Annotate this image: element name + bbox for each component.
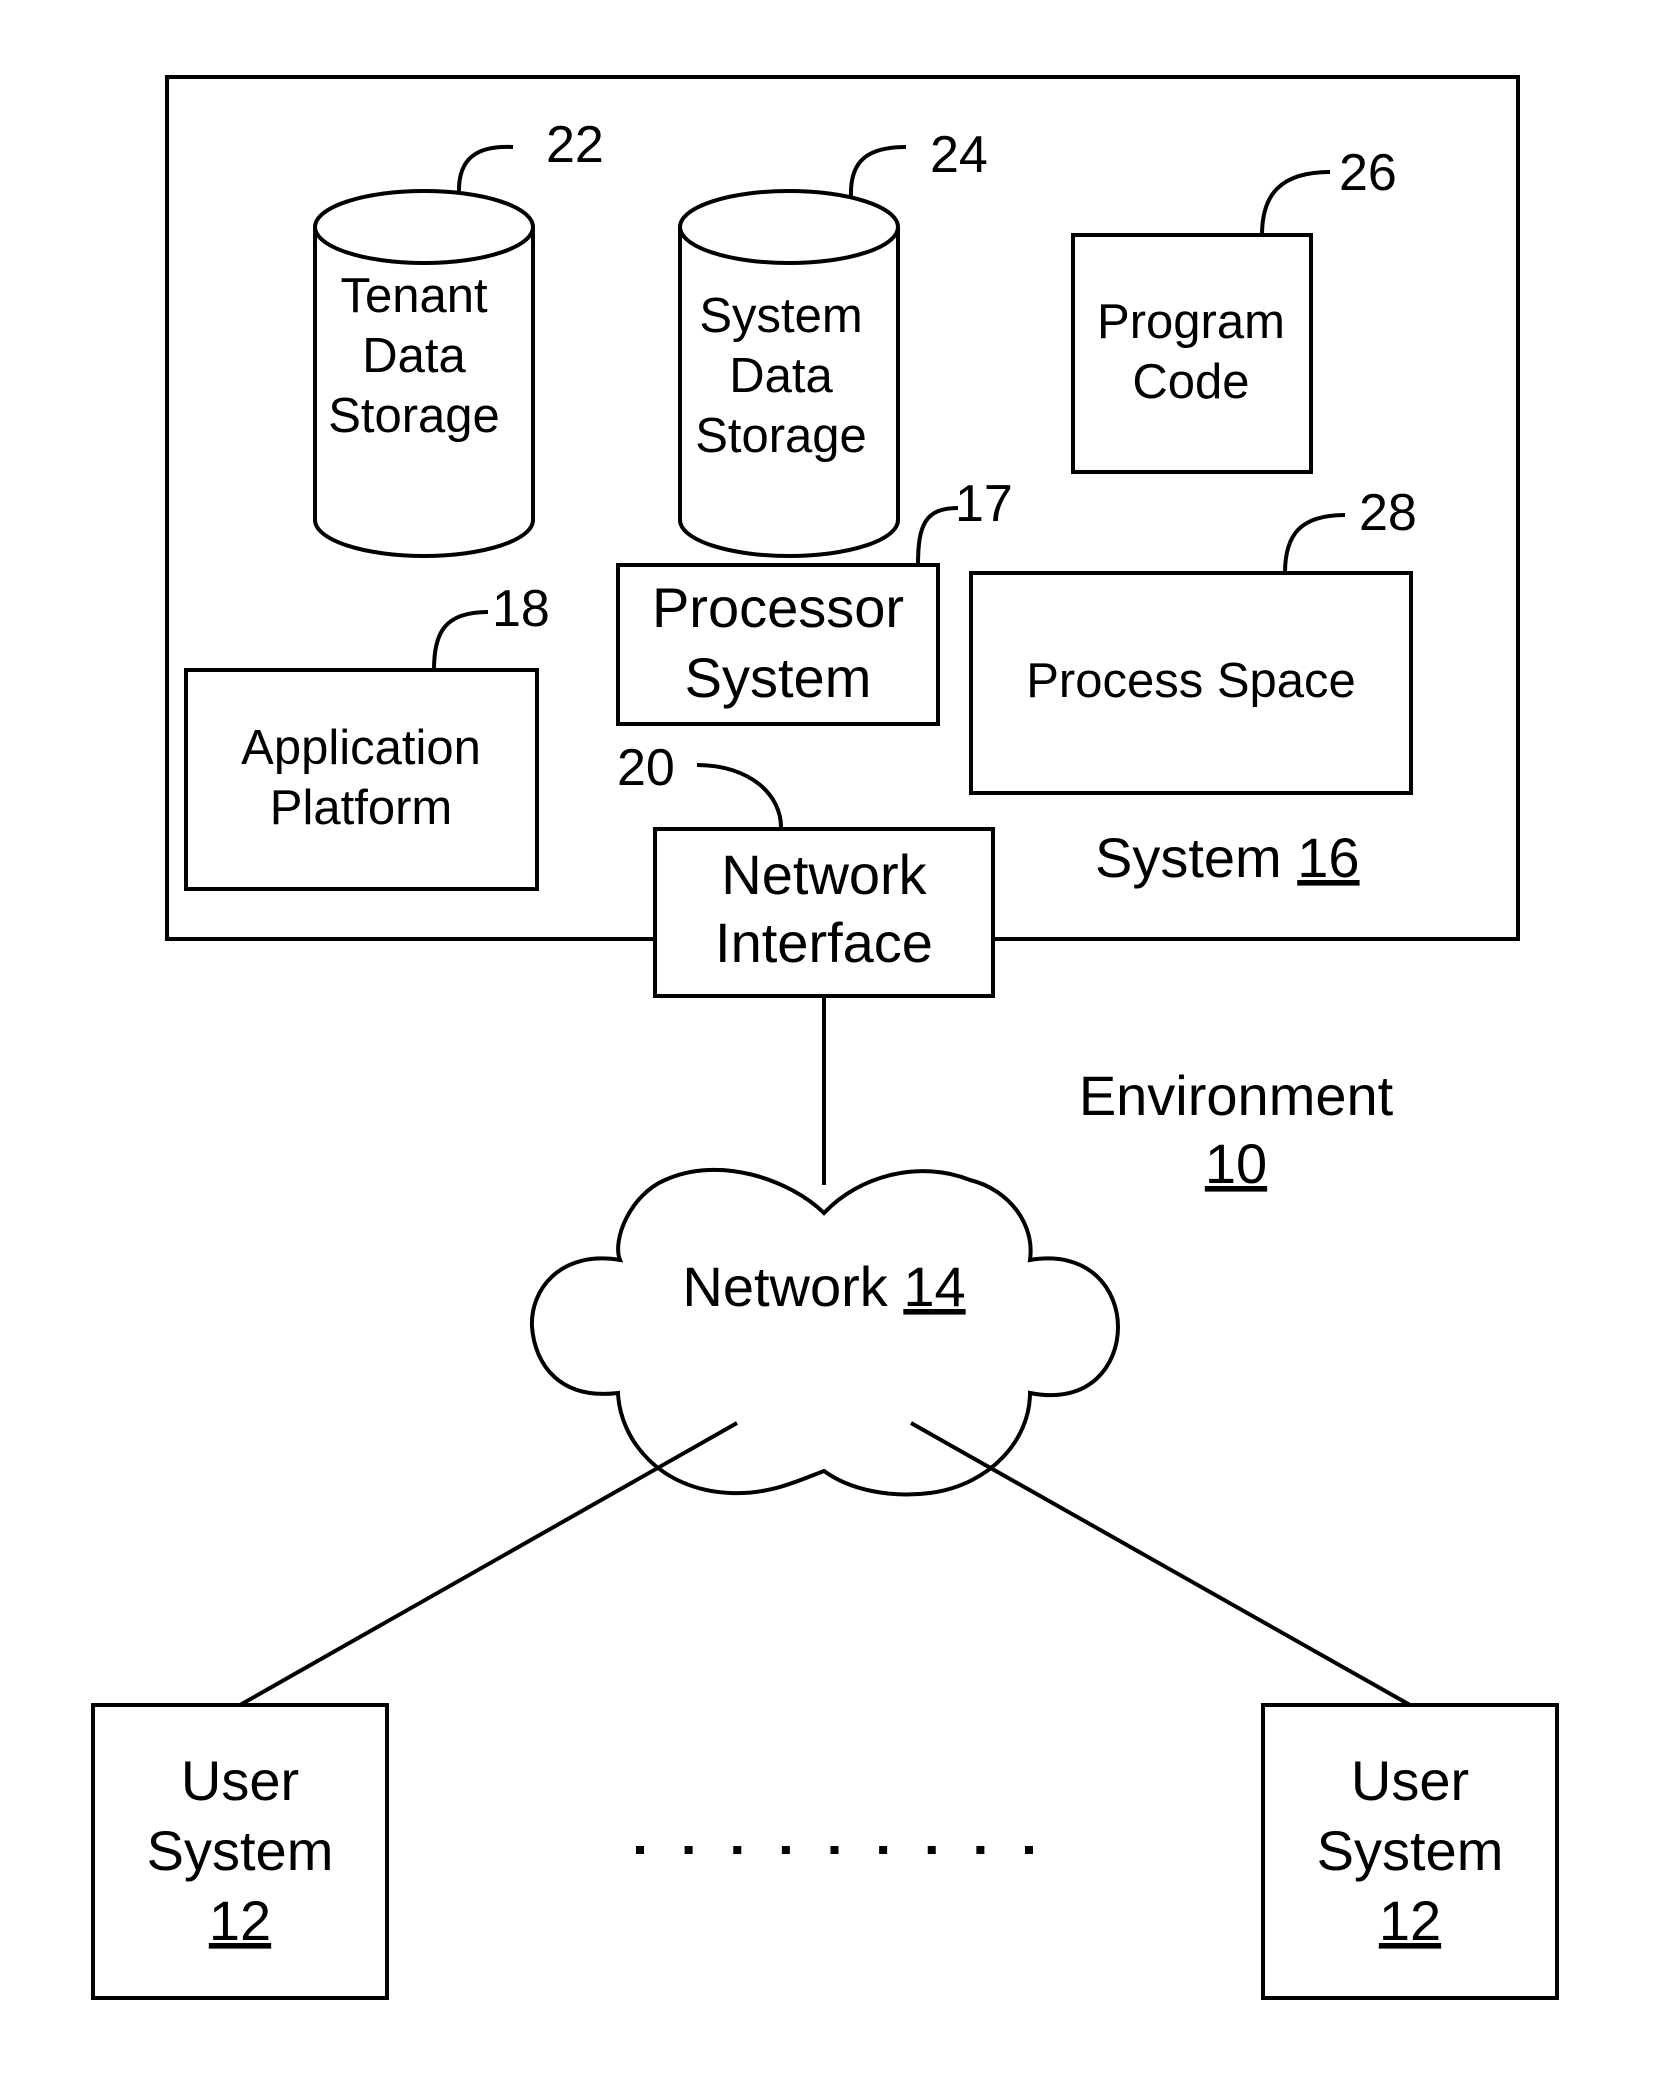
- ref-20: 20: [617, 739, 675, 797]
- system-storage-line-2: Data: [729, 349, 833, 403]
- system-label: System 16: [1095, 826, 1360, 889]
- application-platform-box: [184, 668, 539, 891]
- user-system-left-ref: 12: [209, 1889, 271, 1952]
- ref-24: 24: [930, 126, 988, 184]
- network-to-user-left-line: [239, 1421, 738, 1707]
- network-interface-line-1: Network: [721, 843, 927, 906]
- environment-label: Environment: [1079, 1064, 1394, 1127]
- system-storage-line-3: Storage: [695, 409, 867, 463]
- network-interface-line-2: Interface: [715, 911, 933, 974]
- system-storage-line-1: System: [699, 289, 862, 343]
- tenant-storage-line-2: Data: [362, 329, 466, 383]
- user-system-left-line-2: System: [147, 1819, 334, 1882]
- user-system-left-line-1: User: [181, 1749, 299, 1812]
- application-platform-line-1: Application: [241, 721, 481, 775]
- leader-22: [456, 144, 514, 194]
- user-system-right-line-2: System: [1317, 1819, 1504, 1882]
- network-ref: 14: [903, 1255, 965, 1318]
- environment-diagram: 22 Tenant Data Storage 24 System Data St…: [91, 75, 1559, 2000]
- ellipsis-dot: [976, 1846, 985, 1854]
- ellipsis-dot: [879, 1846, 888, 1854]
- leader-24: [848, 145, 907, 197]
- leader-28: [1283, 513, 1346, 574]
- tenant-storage-line-3: Storage: [328, 389, 500, 443]
- processor-system-line-1: Processor: [652, 576, 904, 639]
- program-code-line-1: Program: [1097, 295, 1285, 349]
- ellipsis-dot: [1025, 1846, 1033, 1854]
- ellipsis-dots: [636, 1846, 1033, 1854]
- network-to-user-right-line: [910, 1421, 1411, 1707]
- ref-22: 22: [546, 116, 604, 174]
- environment-ref: 10: [1205, 1132, 1267, 1195]
- ellipsis-dot: [636, 1846, 644, 1854]
- network-cloud: [529, 1167, 1121, 1497]
- leader-26: [1260, 170, 1331, 236]
- leader-17: [916, 506, 959, 566]
- leader-18: [432, 610, 489, 671]
- user-system-right-ref: 12: [1379, 1889, 1441, 1952]
- process-space-label: Process Space: [1026, 654, 1356, 708]
- system-ref: 16: [1297, 826, 1359, 889]
- ref-17: 17: [955, 475, 1013, 533]
- ellipsis-dot: [733, 1846, 742, 1854]
- application-platform-line-2: Platform: [270, 781, 452, 835]
- processor-system-line-2: System: [685, 646, 872, 709]
- ref-18: 18: [492, 580, 550, 638]
- ref-26: 26: [1339, 144, 1397, 202]
- ref-28: 28: [1359, 484, 1417, 542]
- network-label: Network 14: [682, 1255, 965, 1318]
- program-code-line-2: Code: [1132, 355, 1249, 409]
- tenant-storage-line-1: Tenant: [340, 269, 488, 323]
- leader-20: [696, 763, 784, 830]
- ellipsis-dot: [684, 1846, 693, 1854]
- ellipsis-dot: [927, 1846, 936, 1854]
- ellipsis-dot: [830, 1846, 839, 1854]
- user-system-right-line-1: User: [1351, 1749, 1469, 1812]
- program-code-box: [1071, 233, 1313, 474]
- ellipsis-dot: [781, 1846, 790, 1854]
